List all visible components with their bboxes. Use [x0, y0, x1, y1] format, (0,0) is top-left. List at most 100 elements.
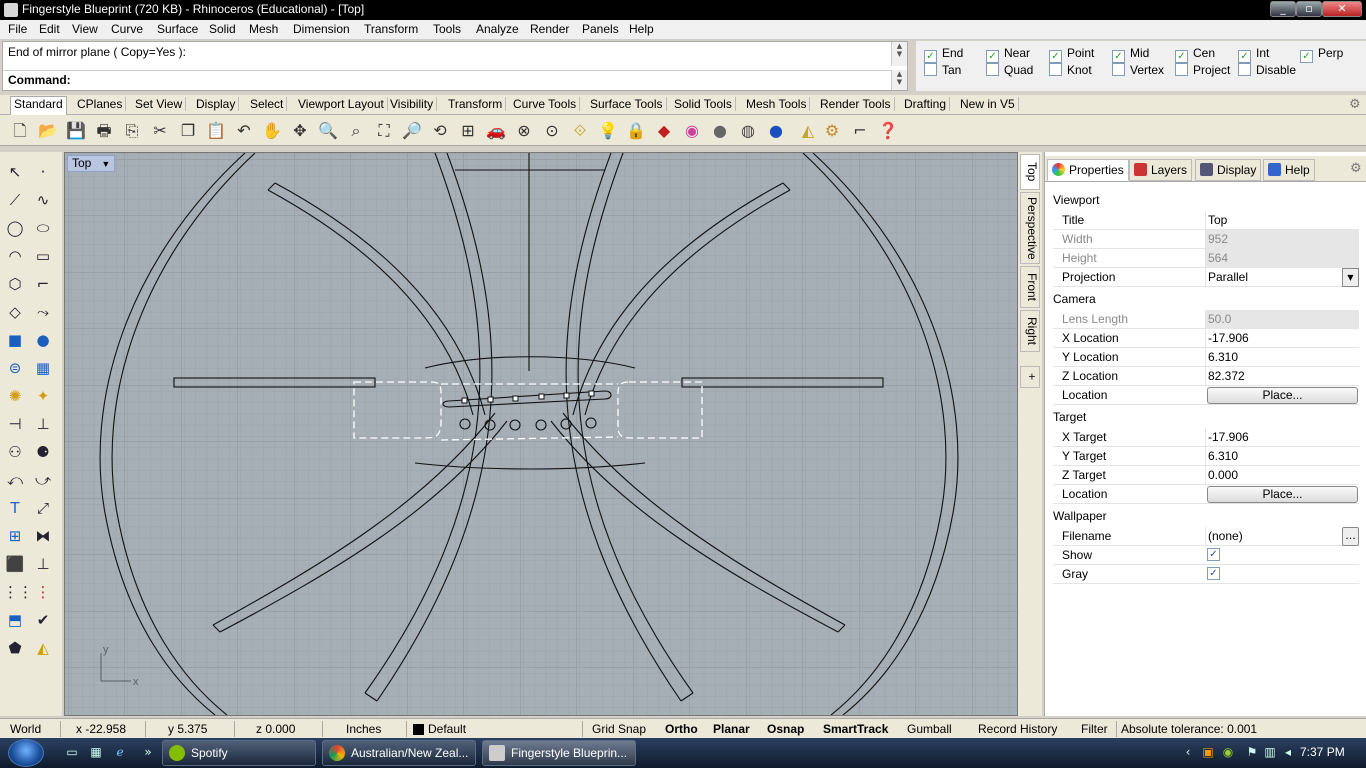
viewport-menu-arrow-icon[interactable]: ▼ [101, 159, 110, 169]
maximize-button[interactable]: ▫ [1296, 1, 1322, 17]
tab-solid-tools[interactable]: Solid Tools [671, 97, 736, 111]
z-location-field[interactable]: 82.372 [1205, 367, 1359, 386]
status-gumball[interactable]: Gumball [907, 722, 952, 736]
status-osnap[interactable]: Osnap [767, 722, 804, 736]
menu-tools[interactable]: Tools [433, 22, 461, 36]
new-file-icon[interactable]: 🗋 [9, 120, 31, 142]
osnap-perp[interactable]: ✓ Perp [1300, 46, 1343, 63]
pan-hand-icon[interactable]: ✋ [261, 120, 283, 142]
menu-analyze[interactable]: Analyze [476, 22, 519, 36]
menu-surface[interactable]: Surface [157, 22, 198, 36]
tray-expand-icon[interactable]: ‹ [1180, 745, 1196, 761]
menu-edit[interactable]: Edit [39, 22, 60, 36]
osnap-knot-checkbox[interactable] [1049, 63, 1062, 76]
show-checkbox[interactable]: ✓ [1207, 548, 1220, 561]
tab-curve-tools[interactable]: Curve Tools [510, 97, 581, 111]
viewport-tab-add[interactable]: + [1020, 366, 1040, 388]
status-grid-snap[interactable]: Grid Snap [592, 722, 646, 736]
help-icon[interactable]: ❓ [877, 120, 899, 142]
chamfer-icon[interactable]: ⤻ [31, 468, 55, 492]
mesh-icon[interactable]: ▦ [31, 356, 55, 380]
cylinder-icon[interactable]: ⊜ [3, 356, 27, 380]
undo-icon[interactable]: ↶ [233, 120, 255, 142]
extrude-icon[interactable]: ⬒ [3, 608, 27, 632]
osnap-vertex[interactable]: Vertex [1112, 63, 1164, 77]
viewport-canvas[interactable]: y x [65, 153, 1017, 715]
tray-network-icon[interactable]: ▥ [1262, 745, 1278, 761]
projection-select[interactable]: Parallel [1205, 268, 1359, 287]
grid-array-icon[interactable]: ⋮⋮ [3, 580, 33, 604]
status-world[interactable]: World [10, 722, 41, 736]
group-icon[interactable]: ⚇ [3, 440, 27, 464]
osnap-end-checkbox[interactable]: ✓ [924, 50, 937, 63]
ungroup-icon[interactable]: ⚈ [31, 440, 55, 464]
lock-icon[interactable]: 🔒 [625, 120, 647, 142]
osnap-project[interactable]: Project [1175, 63, 1230, 77]
cut-icon[interactable]: ✂ [149, 120, 171, 142]
tab-render-tools[interactable]: Render Tools [817, 97, 895, 111]
panel-tab-properties[interactable]: Properties [1047, 159, 1129, 181]
tab-visibility[interactable]: Visibility [387, 97, 438, 111]
tray-volume-icon[interactable]: ◂ [1280, 745, 1296, 761]
select-filter-icon[interactable]: ⊗ [513, 120, 535, 142]
status-record-history[interactable]: Record History [978, 722, 1057, 736]
shaded-sphere-icon[interactable]: ● [709, 120, 731, 142]
taskbar-clock[interactable]: 7:37 PM [1300, 745, 1345, 759]
top-viewport[interactable]: y x Top ▼ [64, 152, 1018, 716]
osnap-vertex-checkbox[interactable] [1112, 63, 1125, 76]
filename-field[interactable]: (none) [1205, 527, 1359, 546]
menu-view[interactable]: View [72, 22, 98, 36]
taskbar-item-rhino[interactable]: Fingerstyle Blueprin... [482, 740, 636, 766]
polar-array-icon[interactable]: ⋮ [31, 580, 55, 604]
move-cross-icon[interactable]: ✥ [289, 120, 311, 142]
status-filter[interactable]: Filter [1081, 722, 1108, 736]
quick-launch-more-icon[interactable]: » [140, 745, 156, 761]
menu-panels[interactable]: Panels [582, 22, 619, 36]
osnap-cen[interactable]: ✓ Cen [1175, 46, 1215, 63]
title-field[interactable]: Top [1205, 211, 1359, 230]
solid-box-icon[interactable]: ⬛ [3, 552, 27, 576]
loft-icon[interactable]: ⤳ [31, 300, 55, 324]
osnap-end[interactable]: ✓ End [924, 46, 963, 63]
osnap-mid[interactable]: ✓ Mid [1112, 46, 1149, 63]
select-arrow-icon[interactable]: ↖ [3, 160, 27, 184]
tab-surface-tools[interactable]: Surface Tools [587, 97, 667, 111]
camera-place-button[interactable]: Place... [1207, 387, 1358, 404]
osnap-point[interactable]: ✓ Point [1049, 46, 1094, 63]
split-icon[interactable]: ⊥ [31, 412, 55, 436]
taskbar-item-spotify[interactable]: Spotify [162, 740, 316, 766]
boolean-icon[interactable]: ⬟ [3, 636, 27, 660]
scale-icon[interactable]: ⤢ [31, 496, 55, 520]
viewport-tab-top[interactable]: Top [1020, 154, 1040, 190]
tab-mesh-tools[interactable]: Mesh Tools [743, 97, 811, 111]
close-button[interactable]: ✕ [1322, 1, 1362, 17]
text-icon[interactable]: T [3, 496, 27, 520]
menu-mesh[interactable]: Mesh [249, 22, 278, 36]
osnap-near-checkbox[interactable]: ✓ [986, 50, 999, 63]
viewport-tab-right[interactable]: Right [1020, 310, 1040, 352]
render-sphere-icon[interactable]: ◍ [737, 120, 759, 142]
light-bulb-icon[interactable]: 💡 [597, 120, 619, 142]
toolbar-gear-icon[interactable]: ⚙ [1349, 97, 1361, 112]
menu-solid[interactable]: Solid [209, 22, 236, 36]
filename-browse-button[interactable]: ... [1342, 527, 1359, 546]
status-smarttrack[interactable]: SmartTrack [823, 722, 888, 736]
mirror-icon[interactable]: ⧓ [31, 524, 55, 548]
options-gear-icon[interactable]: ⚙ [821, 120, 843, 142]
explorer-icon[interactable]: ▦ [88, 745, 104, 761]
analyze-icon[interactable]: ◭ [31, 636, 55, 660]
status-units[interactable]: Inches [346, 722, 381, 736]
material-icon[interactable]: ◭ [797, 120, 819, 142]
polygon-icon[interactable]: ⬡ [3, 272, 27, 296]
render-blue-sphere-icon[interactable]: ● [765, 120, 787, 142]
start-button[interactable] [8, 739, 44, 767]
menu-file[interactable]: File [8, 22, 27, 36]
point-tool-icon[interactable]: · [31, 160, 55, 184]
color-wheel-icon[interactable]: ◉ [681, 120, 703, 142]
command-input-scrollbar[interactable]: ▲ ▼ [891, 70, 907, 90]
tab-set-view[interactable]: Set View [132, 97, 187, 111]
panel-tab-display[interactable]: Display [1195, 159, 1262, 181]
osnap-toggle-icon[interactable]: ⊙ [541, 120, 563, 142]
osnap-tan-checkbox[interactable] [924, 63, 937, 76]
tab-select[interactable]: Select [247, 97, 288, 111]
